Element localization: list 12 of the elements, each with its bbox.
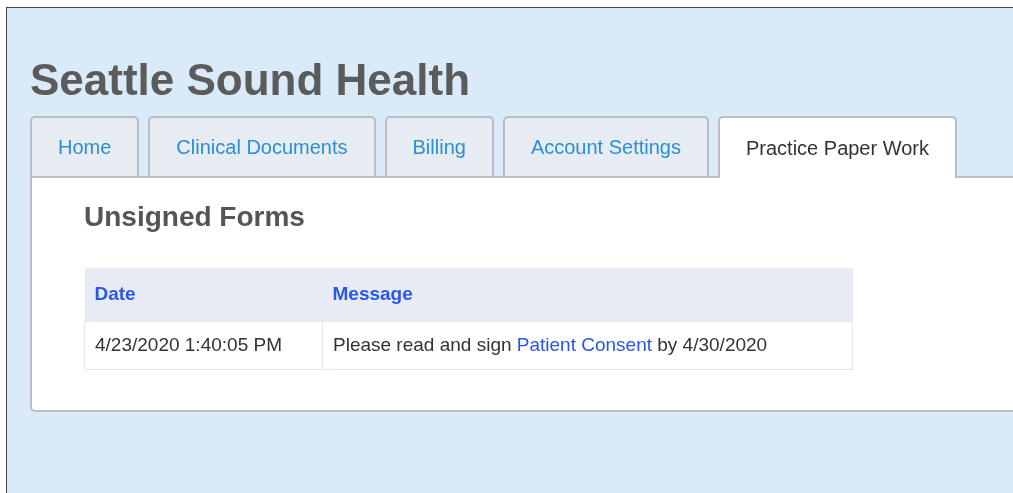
tab[interactable]: Home: [30, 116, 140, 176]
column-header[interactable]: Date: [84, 268, 323, 321]
section-title: Unsigned Forms: [84, 200, 306, 234]
column-header[interactable]: Message: [322, 268, 853, 321]
site-title: Seattle Sound Health: [30, 54, 472, 106]
tab[interactable]: Account Settings: [502, 116, 709, 176]
tab[interactable]: Practice Paper Work: [718, 116, 957, 178]
table-cell: Please read and sign Patient Consent by 4/30/2020: [322, 321, 853, 369]
table-cell: 4/23/2020 1:40:05 PM: [84, 321, 323, 369]
tab[interactable]: Clinical Documents: [148, 116, 376, 176]
tab[interactable]: Billing: [384, 116, 494, 176]
link[interactable]: Patient Consent: [516, 334, 652, 355]
